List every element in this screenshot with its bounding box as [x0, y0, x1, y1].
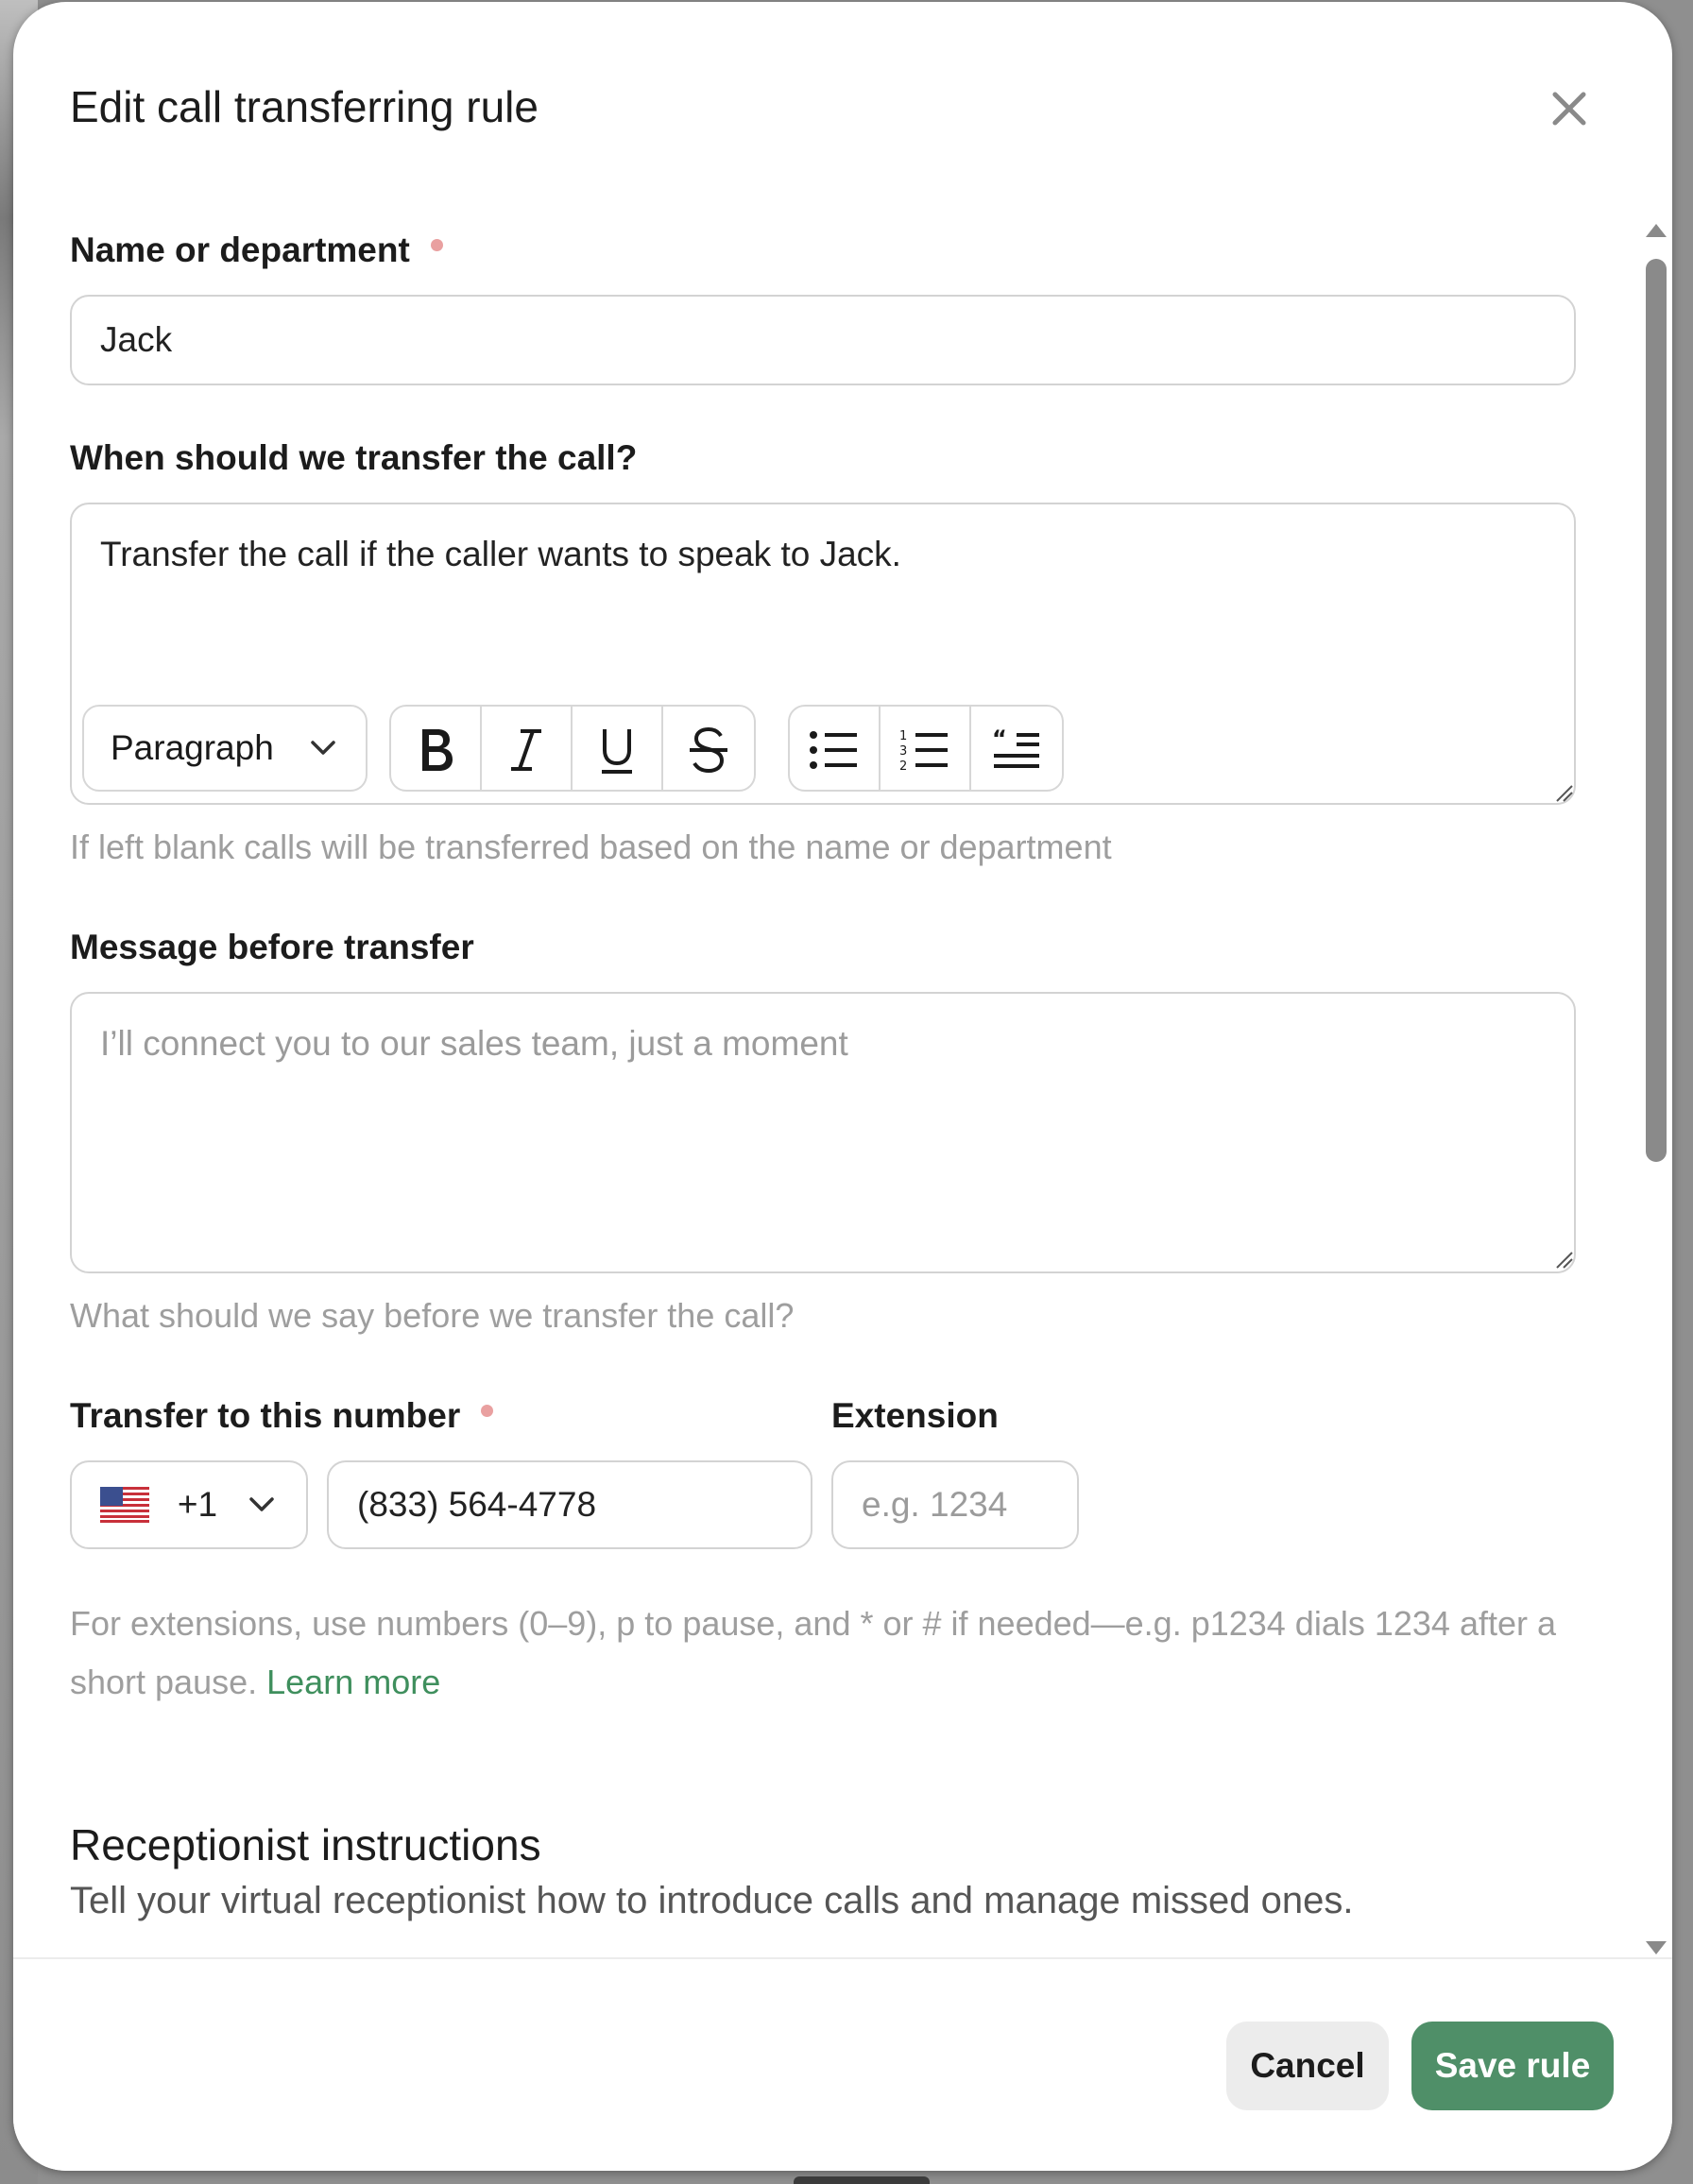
- when-help-text: If left blank calls will be transferred …: [70, 828, 1112, 866]
- extension-placeholder: e.g. 1234: [862, 1485, 1008, 1524]
- when-field-label: When should we transfer the call?: [70, 438, 638, 477]
- scrollbar-thumb[interactable]: [1646, 259, 1667, 1162]
- required-indicator: [430, 238, 443, 251]
- cancel-button[interactable]: Cancel: [1226, 2022, 1389, 2110]
- message-field-label: Message before transfer: [70, 928, 474, 966]
- message-help-text: What should we say before we transfer th…: [70, 1296, 795, 1335]
- name-input[interactable]: Jack: [70, 295, 1576, 385]
- list-toolbar: 1 3 2 “: [788, 705, 1064, 792]
- chevron-down-icon: [311, 741, 335, 755]
- bold-button[interactable]: [391, 707, 482, 790]
- window-handle: [794, 2176, 930, 2184]
- quote-icon: “: [992, 727, 1039, 768]
- strikethrough-icon: [690, 726, 727, 774]
- italic-icon: [511, 729, 541, 771]
- scroll-down-icon[interactable]: [1644, 1938, 1668, 1957]
- learn-more-link[interactable]: Learn more: [266, 1663, 440, 1701]
- phone-number-input[interactable]: (833) 564-4778: [327, 1460, 812, 1549]
- blockquote-button[interactable]: “: [971, 707, 1062, 790]
- message-placeholder: I’ll connect you to our sales team, just…: [100, 1024, 848, 1063]
- extension-field-label: Extension: [831, 1396, 999, 1435]
- block-style-select[interactable]: Paragraph: [82, 705, 368, 792]
- text-format-toolbar: [389, 705, 756, 792]
- message-textarea[interactable]: I’ll connect you to our sales team, just…: [70, 992, 1576, 1273]
- phone-number-value: (833) 564-4778: [357, 1485, 597, 1524]
- us-flag-icon: [100, 1487, 149, 1523]
- underline-icon: [602, 729, 632, 774]
- svg-text:1: 1: [899, 729, 907, 743]
- resize-handle-icon[interactable]: [1553, 1249, 1574, 1270]
- strikethrough-button[interactable]: [663, 707, 754, 790]
- scrollbar[interactable]: [1642, 221, 1668, 1959]
- extension-input[interactable]: e.g. 1234: [831, 1460, 1079, 1549]
- underline-button[interactable]: [573, 707, 663, 790]
- save-rule-button[interactable]: Save rule: [1411, 2022, 1614, 2110]
- bullet-list-button[interactable]: [790, 707, 881, 790]
- form-scroll-area: Name or department Jack When should we t…: [13, 210, 1672, 1957]
- when-editor-text: Transfer the call if the caller wants to…: [100, 535, 901, 573]
- chevron-down-icon: [249, 1497, 274, 1511]
- numbered-list-icon: 1 3 2: [899, 729, 948, 773]
- dialog-footer: Cancel Save rule: [13, 1957, 1672, 2171]
- bullet-list-icon: [810, 731, 857, 769]
- svg-text:“: “: [992, 727, 1007, 752]
- dialog-title: Edit call transferring rule: [70, 82, 539, 131]
- resize-handle-icon[interactable]: [1553, 782, 1574, 803]
- country-code-value: +1: [177, 1485, 218, 1524]
- extension-help-text: For extensions, use numbers (0–9), p to …: [70, 1604, 1556, 1701]
- svg-text:2: 2: [899, 759, 907, 773]
- country-code-select[interactable]: +1: [70, 1460, 308, 1549]
- numbered-list-button[interactable]: 1 3 2: [881, 707, 971, 790]
- required-indicator: [481, 1404, 494, 1417]
- receptionist-section-subtitle: Tell your virtual receptionist how to in…: [70, 1880, 1354, 1921]
- block-style-label: Paragraph: [111, 728, 274, 767]
- receptionist-section-title: Receptionist instructions: [70, 1820, 541, 1869]
- bold-icon: [422, 729, 453, 771]
- italic-button[interactable]: [482, 707, 573, 790]
- edit-rule-dialog: Edit call transferring rule Name or depa…: [13, 2, 1672, 2171]
- svg-text:3: 3: [899, 744, 907, 759]
- name-field-label: Name or department: [70, 230, 443, 270]
- name-input-value: Jack: [100, 320, 173, 359]
- scroll-up-icon[interactable]: [1644, 221, 1668, 240]
- number-field-label: Transfer to this number: [70, 1396, 494, 1436]
- close-icon[interactable]: [1546, 85, 1593, 132]
